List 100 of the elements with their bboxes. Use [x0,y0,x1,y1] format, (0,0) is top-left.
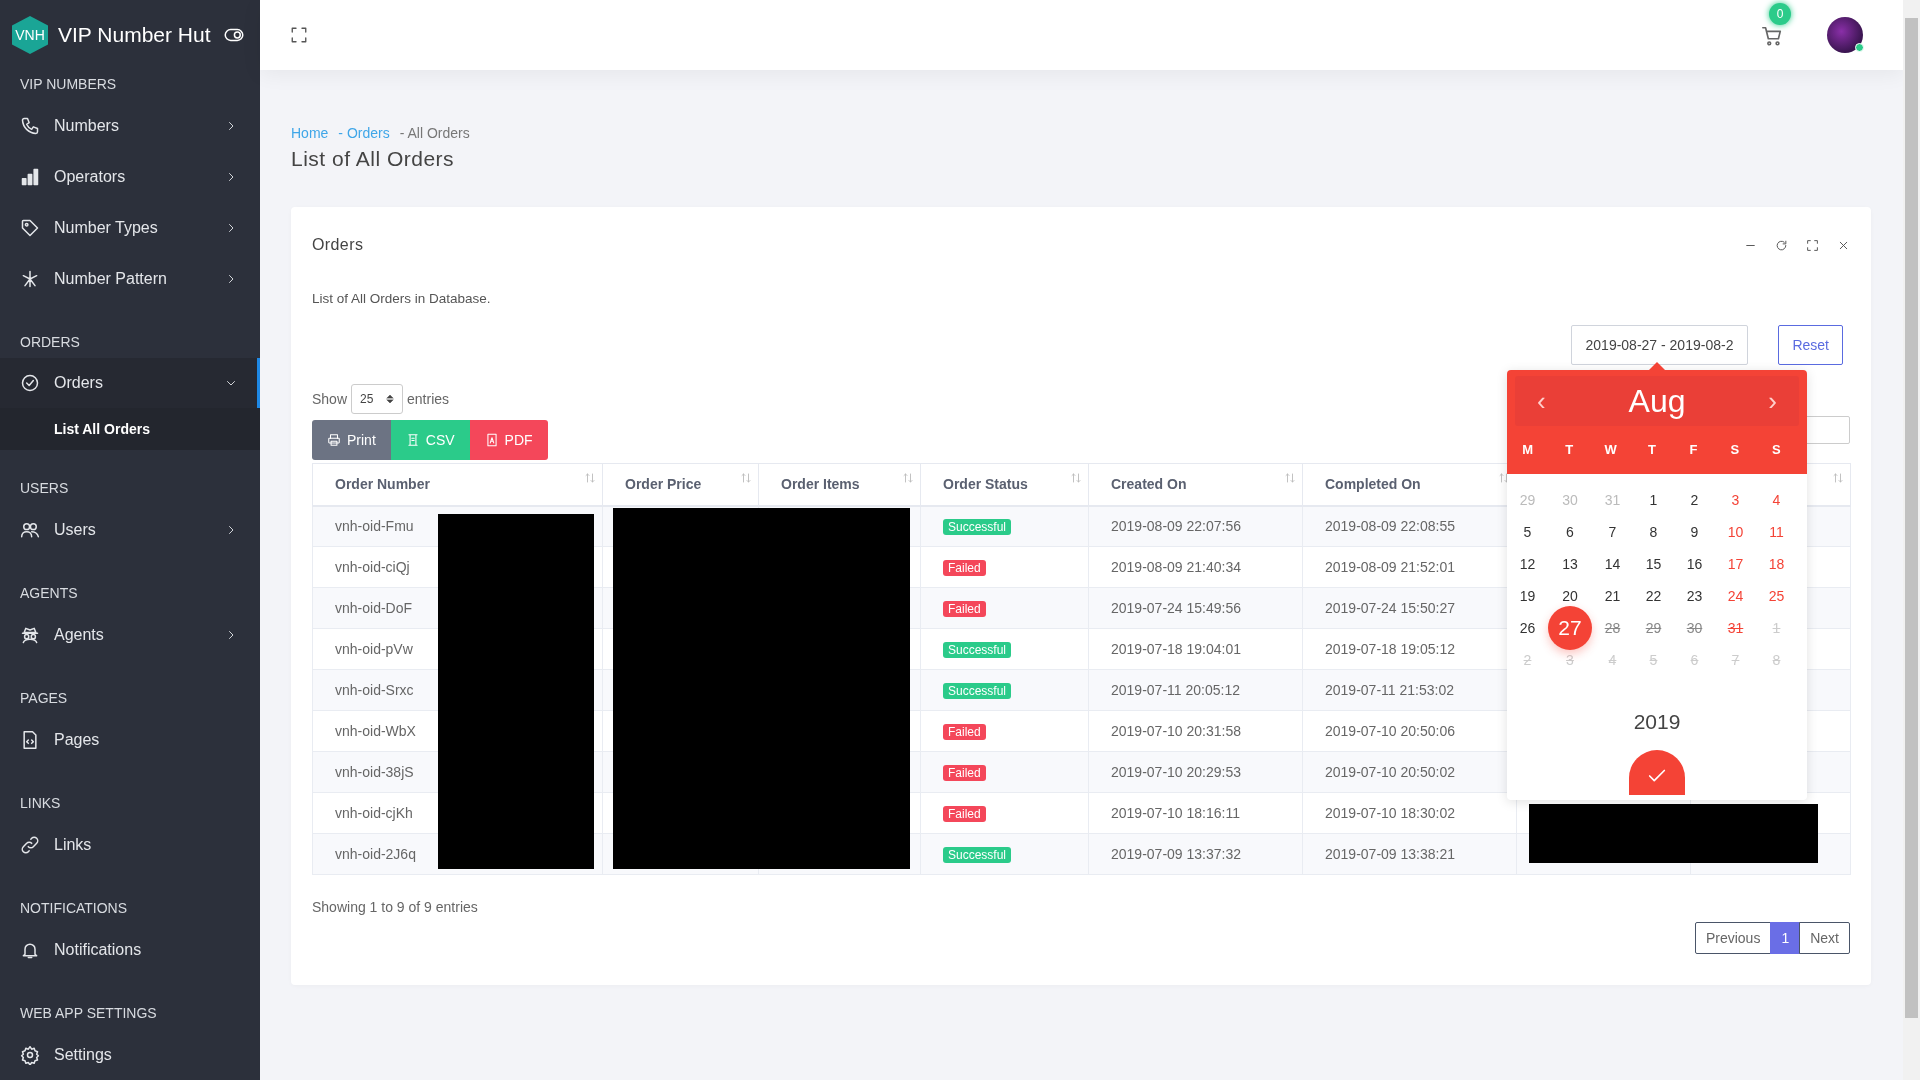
page-size-select[interactable]: 25 [351,384,404,415]
calendar-day[interactable]: 31 [1719,612,1752,645]
calendar-day[interactable]: 15 [1637,548,1670,581]
pagination-button[interactable]: Previous [1694,922,1772,955]
calendar-day[interactable]: 11 [1760,516,1793,549]
sidebar-item[interactable]: Orders [0,358,260,408]
section-heading: PAGES [19,689,69,708]
calendar-day[interactable]: 13 [1554,548,1586,581]
sidebar-item[interactable]: Operators [0,151,260,202]
section-heading: WEB APP SETTINGS [19,1004,158,1023]
pagination-button[interactable]: 1 [1770,922,1801,955]
sort-icon [1070,472,1082,485]
calendar-day[interactable]: 21 [1596,580,1629,613]
calendar-day[interactable]: 24 [1719,580,1752,613]
calendar-day[interactable]: 18 [1760,548,1793,581]
calendar-day[interactable]: 1 [1637,484,1670,517]
check-circle-icon [20,373,40,393]
scrollbar[interactable] [1903,0,1920,1080]
calendar-day[interactable]: 30 [1678,612,1711,645]
section-heading: VIP NUMBERS [19,75,118,94]
reset-button[interactable]: Reset [1778,325,1843,366]
export-button[interactable]: Print [312,420,391,461]
sidebar-item[interactable]: Notifications [0,924,260,975]
calendar-day[interactable]: 17 [1719,548,1752,581]
submenu-item[interactable]: List All Orders [0,408,260,450]
sidebar-item[interactable]: Number Pattern [0,253,260,304]
calendar-day[interactable]: 28 [1596,612,1629,645]
section-heading: USERS [19,479,70,498]
section-heading: LINKS [19,794,62,813]
export-button[interactable]: PDF [469,420,548,461]
calendar-day[interactable]: 16 [1678,548,1711,581]
weekday-label: T [1647,441,1657,460]
column-header[interactable]: Order Number [312,463,603,506]
calendar-day[interactable]: 22 [1637,580,1670,613]
calendar-day[interactable]: 25 [1760,580,1793,613]
weekday-label: S [1729,441,1741,460]
entries-label: entries [407,389,450,409]
column-header[interactable]: Order Status [920,463,1089,506]
link-icon [20,834,40,855]
sidebar-item[interactable]: Numbers [0,100,260,151]
column-header[interactable]: Created On [1088,463,1303,506]
sidebar-item[interactable]: Agents [0,609,260,660]
calendar-day[interactable]: 29 [1637,612,1670,645]
calendar-day[interactable]: 23 [1678,580,1711,613]
avatar[interactable] [1827,17,1863,53]
sidebar-item[interactable]: Users [0,504,260,555]
cart-count-badge: 0 [1769,3,1791,25]
calendar-day[interactable]: 9 [1678,516,1711,549]
status-badge: Successful [943,641,1012,658]
calendar-day[interactable]: 2 [1678,484,1711,517]
sidebar-item[interactable]: Links [0,819,260,870]
section-heading: NOTIFICATIONS [19,899,129,918]
fullscreen-icon[interactable] [290,26,308,44]
calendar-day[interactable]: 10 [1719,516,1752,549]
status-badge: Failed [943,723,986,740]
refresh-icon[interactable] [1775,238,1788,252]
calendar-day[interactable]: 8 [1637,516,1670,549]
pagination-button[interactable]: Next [1799,922,1850,955]
calendar-day[interactable]: 7 [1596,516,1629,549]
sort-icon [740,472,752,485]
calendar-day[interactable]: 14 [1596,548,1629,581]
status-badge: Failed [943,805,986,822]
phone-icon [20,115,40,136]
table-cell: 2019-08-09 21:40:34 [1088,546,1303,588]
sort-icon [584,472,596,485]
section-heading: ORDERS [19,333,81,352]
table-cell: 2019-07-24 15:49:56 [1088,587,1303,629]
table-cell: 2019-07-09 13:38:21 [1302,833,1517,875]
asterisk-icon [20,268,40,289]
date-range-field[interactable]: 2019-08-27 - 2019-08-2 [1570,325,1749,366]
printer-icon [327,433,341,448]
table-cell: 2019-08-09 22:07:56 [1088,505,1303,547]
calendar-day[interactable]: 27 [1548,606,1592,651]
gear-icon [20,1044,40,1065]
sidebar-item[interactable]: Settings [0,1029,260,1080]
confirm-button[interactable] [1629,749,1685,795]
column-header[interactable]: Order Items [758,463,921,506]
table-cell: 2019-07-10 18:16:11 [1088,792,1303,834]
status-badge: Failed [943,764,986,781]
toggle-icon[interactable] [224,28,244,42]
weekday-label: W [1603,441,1618,460]
page-title: List of All Orders [291,146,456,172]
month-label: Aug [1628,382,1686,422]
expand-icon[interactable] [1806,238,1819,252]
table-cell: 2019-07-11 20:05:12 [1088,669,1303,711]
sort-icon [1832,472,1844,485]
sidebar-item[interactable]: Pages [0,714,260,765]
status-badge: Successful [943,682,1012,699]
sort-icon [1284,472,1296,485]
column-header[interactable]: Order Price [602,463,759,506]
calendar-day[interactable]: 4 [1760,484,1793,517]
breadcrumb-current: - All Orders [399,124,470,142]
card-title: Orders [312,235,364,256]
sidebar-item[interactable]: Number Types [0,202,260,253]
sort-icon [1498,472,1510,485]
calendar-day[interactable]: 6 [1554,516,1586,549]
cart-icon[interactable] [1761,24,1783,47]
tag-icon [20,217,40,238]
year-label: 2019 [1632,709,1682,736]
calendar-day[interactable]: 3 [1719,484,1752,517]
